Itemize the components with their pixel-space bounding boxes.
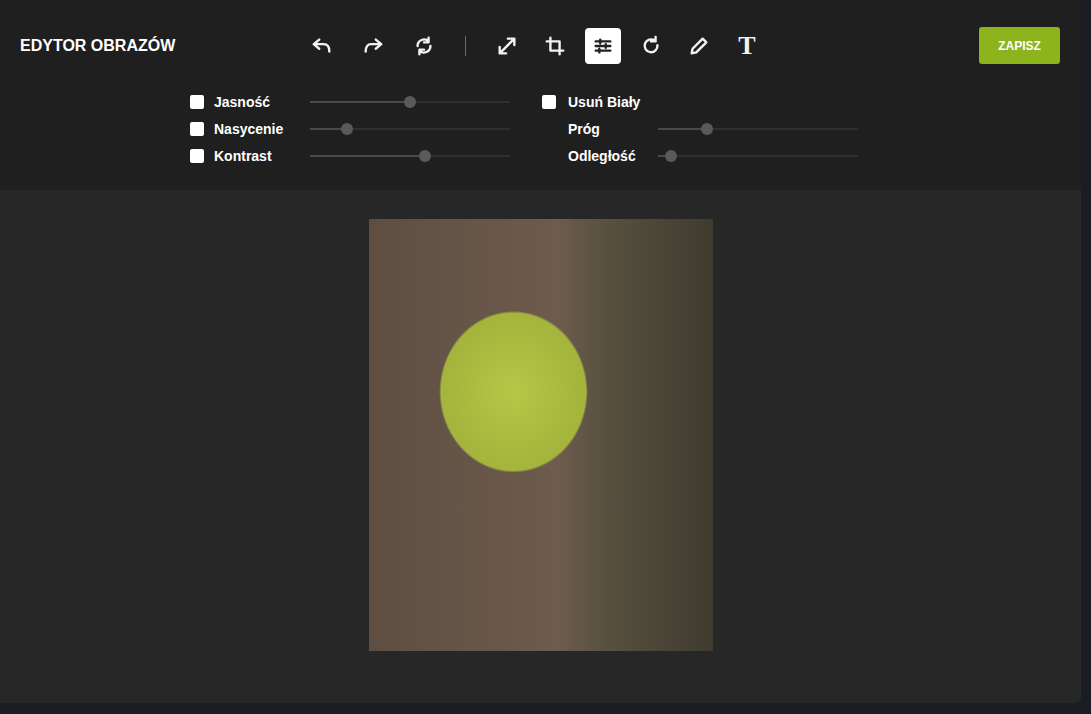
reset-icon: [413, 35, 435, 57]
image-editor: EDYTOR OBRAZÓW T ZAPISZ Jasność Nasycenie Kon…: [0, 0, 1081, 703]
adjustment-row: Nasycenie: [190, 115, 510, 142]
tool-button[interactable]: [304, 28, 340, 64]
slider[interactable]: [310, 155, 510, 157]
adjustment-label: Odległość: [568, 148, 658, 164]
adjustment-row: Jasność: [190, 88, 510, 115]
adjustment-column: Jasność Nasycenie Kontrast: [190, 88, 510, 169]
tool-button[interactable]: [355, 28, 391, 64]
slider-fill: [658, 128, 707, 130]
editor-header: EDYTOR OBRAZÓW T ZAPISZ Jasność Nasycenie Kon…: [0, 0, 1081, 190]
adjustment-label: Próg: [568, 121, 658, 137]
photo[interactable]: [369, 219, 713, 651]
slider-fill: [310, 101, 410, 103]
slider-fill: [310, 155, 425, 157]
adjustment-label: Usuń Biały: [568, 94, 658, 110]
text-icon: T: [738, 33, 755, 59]
adjustment-label: Jasność: [214, 94, 310, 110]
canvas-area: [0, 190, 1081, 703]
slider[interactable]: [658, 128, 858, 130]
toolbar-separator: [465, 36, 466, 56]
slider[interactable]: [310, 101, 510, 103]
adjustment-row: Odległość: [542, 142, 858, 169]
checkbox[interactable]: [190, 95, 204, 109]
tool-button[interactable]: [681, 28, 717, 64]
checkbox[interactable]: [190, 149, 204, 163]
slider-thumb[interactable]: [665, 150, 677, 162]
slider-thumb[interactable]: [701, 123, 713, 135]
top-row: EDYTOR OBRAZÓW T ZAPISZ: [0, 27, 1081, 64]
resize-icon: [496, 35, 518, 57]
adjustment-label: Nasycenie: [214, 121, 310, 137]
adjustment-row: Usuń Biały: [542, 88, 858, 115]
rotate-icon: [640, 35, 662, 57]
tool-button[interactable]: [489, 28, 525, 64]
checkbox[interactable]: [542, 95, 556, 109]
editor-title: EDYTOR OBRAZÓW: [20, 37, 304, 55]
adjustment-label: Kontrast: [214, 148, 310, 164]
toolbar: T: [304, 28, 777, 64]
checkbox[interactable]: [190, 122, 204, 136]
adjust-icon: [592, 35, 614, 57]
undo-icon: [311, 35, 333, 57]
tool-button[interactable]: [633, 28, 669, 64]
slider-thumb[interactable]: [404, 96, 416, 108]
draw-icon: [688, 35, 710, 57]
adjustment-row: Kontrast: [190, 142, 510, 169]
adjustment-controls: Jasność Nasycenie Kontrast Usuń Biały Próg Od…: [0, 88, 1081, 169]
slider[interactable]: [658, 155, 858, 157]
slider-thumb[interactable]: [419, 150, 431, 162]
slider-thumb[interactable]: [341, 123, 353, 135]
tool-button[interactable]: [537, 28, 573, 64]
tool-button[interactable]: [406, 28, 442, 64]
save-button[interactable]: ZAPISZ: [979, 27, 1060, 64]
tool-button[interactable]: [585, 28, 621, 64]
adjustment-column: Usuń Biały Próg Odległość: [542, 88, 858, 169]
tool-button[interactable]: T: [729, 28, 765, 64]
slider[interactable]: [310, 128, 510, 130]
crop-icon: [544, 35, 566, 57]
adjustment-row: Próg: [542, 115, 858, 142]
redo-icon: [362, 35, 384, 57]
